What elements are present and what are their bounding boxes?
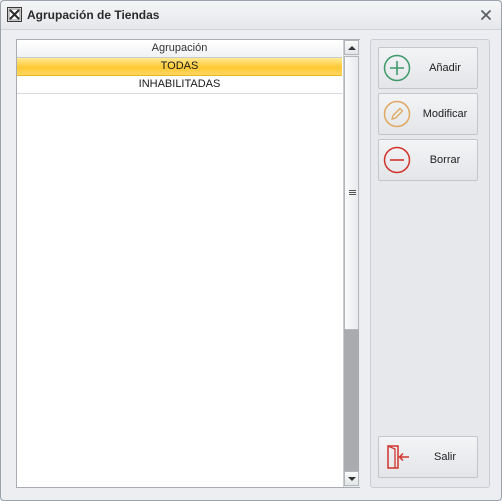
scroll-thumb[interactable] <box>344 56 359 330</box>
vertical-scrollbar[interactable] <box>343 40 360 487</box>
modify-button-label: Modificar <box>422 108 468 120</box>
scroll-track[interactable] <box>344 330 359 471</box>
minus-circle-icon <box>383 146 411 174</box>
arrow-up-icon <box>348 46 356 50</box>
scroll-up-button[interactable] <box>344 40 359 55</box>
delete-button[interactable]: Borrar <box>378 139 478 181</box>
add-button[interactable]: Añadir <box>378 47 478 89</box>
table-row[interactable]: INHABILITADAS <box>17 76 342 94</box>
window-title: Agrupación de Tiendas <box>27 8 160 22</box>
close-icon[interactable] <box>477 6 495 24</box>
window: Agrupación de Tiendas Agrupación TODAS I… <box>0 0 502 501</box>
pencil-circle-icon <box>383 100 411 128</box>
exit-button-label: Salir <box>433 451 456 463</box>
table-row[interactable]: TODAS <box>17 58 342 76</box>
plus-circle-icon <box>383 54 411 82</box>
actions-panel: Añadir Modificar Borrar Salir <box>370 39 490 488</box>
add-button-label: Añadir <box>429 62 461 74</box>
title-bar[interactable]: Agrupación de Tiendas <box>1 1 501 30</box>
exit-button[interactable]: Salir <box>378 436 478 478</box>
app-icon <box>7 7 22 22</box>
modify-button[interactable]: Modificar <box>378 93 478 135</box>
column-header-agrupacion[interactable]: Agrupación <box>17 40 342 58</box>
delete-button-label: Borrar <box>429 154 461 166</box>
groups-grid[interactable]: Agrupación TODAS INHABILITADAS <box>16 39 360 488</box>
grip-icon <box>349 190 356 195</box>
scroll-down-button[interactable] <box>344 471 359 486</box>
arrow-down-icon <box>348 477 356 481</box>
exit-door-icon <box>387 445 409 469</box>
